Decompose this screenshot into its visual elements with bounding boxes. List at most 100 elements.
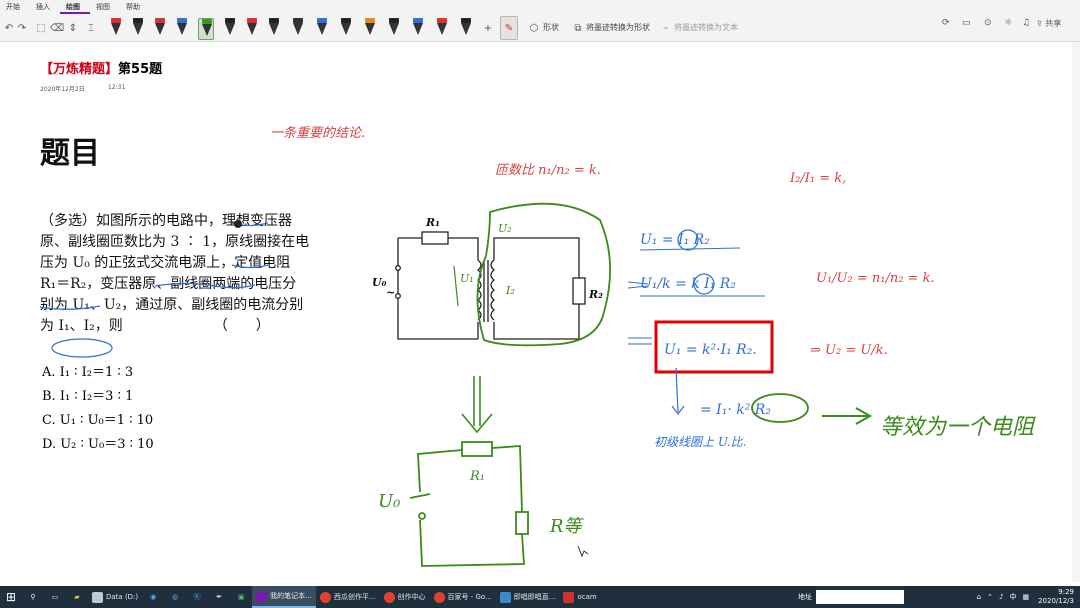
address-input[interactable] bbox=[816, 590, 904, 604]
tab-view[interactable]: 视图 bbox=[90, 0, 120, 14]
volume-icon[interactable]: ♪ bbox=[999, 593, 1003, 601]
onenote-window: 开始 插入 绘图 视图 帮助 ↶ ↷ ⬚ ⌫ ⇕ ⌶ + ✎ ⬡ 形状 ⧉ 将墨… bbox=[0, 0, 1080, 608]
hw-u2-formula: ⇒ U₂ = U/k. bbox=[810, 343, 888, 358]
hw-u1-arrow bbox=[453, 265, 459, 307]
shape-label[interactable]: 形状 bbox=[543, 22, 559, 33]
search-icon[interactable]: ⚲ bbox=[22, 586, 44, 608]
taskbar-creator-label: 创作中心 bbox=[397, 593, 426, 601]
vertical-scrollbar[interactable] bbox=[1072, 42, 1080, 582]
pen-red-3[interactable] bbox=[244, 18, 260, 40]
ink-to-text-label[interactable]: 将墨迹转换为文本 bbox=[674, 22, 738, 33]
tab-help[interactable]: 帮助 bbox=[120, 0, 150, 14]
pen-blue[interactable] bbox=[174, 18, 190, 40]
ocam-icon bbox=[563, 591, 575, 603]
up-arrow-icon[interactable]: ⌃ bbox=[987, 593, 993, 601]
taskbar-creator[interactable]: 创作中心 bbox=[380, 586, 430, 608]
pen-red-2[interactable] bbox=[152, 18, 168, 40]
lightbulb-icon[interactable]: ☼ bbox=[1004, 18, 1012, 28]
add-pen-icon[interactable]: + bbox=[482, 16, 494, 40]
windows-taskbar: ⊞ ⚲ ▭ ▰ Data (D:) ◉ ◍ Ⓚ ✒ ▣ 我的笔记本... 西瓜创… bbox=[0, 586, 1080, 608]
pen-blue-3[interactable] bbox=[410, 18, 426, 40]
taskbar-live[interactable]: 即唱即唱直... bbox=[496, 586, 560, 608]
drive-icon bbox=[92, 591, 103, 603]
fullscreen-icon[interactable]: ▭ bbox=[962, 18, 971, 28]
taskbar-xigua[interactable]: 西瓜创作平... bbox=[316, 586, 380, 608]
pen-orange[interactable] bbox=[362, 18, 378, 40]
wire-r1-to-coil bbox=[448, 237, 479, 260]
pen-black-6[interactable] bbox=[386, 18, 402, 40]
taskbar-onenote[interactable]: 我的笔记本... bbox=[252, 586, 316, 608]
pen-black-2[interactable] bbox=[222, 18, 238, 40]
undo-icon[interactable]: ↶ bbox=[2, 16, 16, 40]
app-icon-k[interactable]: Ⓚ bbox=[186, 586, 208, 608]
hw-eq-3: U₁ = k²·I₁ R₂. bbox=[664, 342, 757, 358]
shape-icon[interactable]: ⬡ bbox=[528, 16, 540, 40]
hw-lower-u0: U₀ bbox=[378, 491, 400, 512]
taskbar-drive-label: Data (D:) bbox=[106, 593, 139, 601]
redo-icon[interactable]: ↷ bbox=[16, 16, 28, 40]
ink-to-shape-label[interactable]: 将墨迹转换为形状 bbox=[586, 22, 650, 33]
ink-replay-icon[interactable]: ✎ bbox=[500, 16, 518, 40]
secondary-coil bbox=[490, 259, 496, 321]
clock[interactable]: 9:29 2020/12/3 bbox=[1038, 588, 1074, 606]
keyboard-icon[interactable]: ▦ bbox=[1022, 593, 1029, 601]
ime-indicator[interactable]: 中 bbox=[1009, 592, 1016, 602]
edge-icon[interactable]: ◉ bbox=[142, 586, 164, 608]
label-tilde: ~ bbox=[386, 286, 395, 299]
tab-home[interactable]: 开始 bbox=[0, 0, 30, 14]
type-cursor-icon[interactable]: ⌶ bbox=[84, 16, 98, 40]
taskbar-baijiahao[interactable]: 百家号 - Go... bbox=[430, 586, 496, 608]
primary-wire bbox=[397, 238, 478, 340]
pen-black-7[interactable] bbox=[458, 18, 474, 40]
start-icon[interactable]: ⊞ bbox=[0, 590, 22, 604]
onenote-icon bbox=[256, 590, 268, 602]
pen-black-4[interactable] bbox=[290, 18, 306, 40]
live-icon bbox=[499, 591, 511, 603]
add-space-icon[interactable]: ⇕ bbox=[66, 16, 80, 40]
network-icon[interactable]: ⌂ bbox=[977, 593, 981, 601]
ink-to-text-icon[interactable]: ⌁ bbox=[660, 16, 672, 40]
taskbar-drive-data[interactable]: Data (D:) bbox=[88, 586, 142, 608]
ink-to-shape-icon[interactable]: ⧉ bbox=[572, 16, 584, 40]
pen-black-3[interactable] bbox=[266, 18, 282, 40]
share-button[interactable]: ⇪ 共享 bbox=[1036, 18, 1061, 29]
taskbar-onenote-label: 我的笔记本... bbox=[270, 592, 312, 600]
pen-green-selected[interactable] bbox=[198, 18, 214, 40]
transformer-core bbox=[483, 260, 489, 322]
r1-resistor bbox=[421, 231, 449, 245]
chrome-icon-3 bbox=[433, 591, 445, 603]
taskbar-ocam[interactable]: ocam bbox=[559, 586, 600, 608]
draw-toolbar: ↶ ↷ ⬚ ⌫ ⇕ ⌶ + ✎ ⬡ 形状 ⧉ 将墨迹转换为形状 ⌁ 将墨迹转换为… bbox=[0, 16, 1080, 40]
bell-icon[interactable]: ♫ bbox=[1022, 18, 1030, 28]
problem-underlines bbox=[39, 220, 269, 358]
tab-insert[interactable]: 插入 bbox=[30, 0, 60, 14]
hw-lower-r1: R₁ bbox=[469, 469, 485, 484]
pen-blue-2[interactable] bbox=[314, 18, 330, 40]
hw-eq-4: = I₁· k²·R₂ bbox=[700, 402, 771, 418]
folder-icon[interactable]: ▰ bbox=[66, 586, 88, 608]
app-icon-green[interactable]: ▣ bbox=[230, 586, 252, 608]
circuit-diagram bbox=[395, 231, 586, 340]
clock-date: 2020/12/3 bbox=[1038, 597, 1074, 605]
underline-turns bbox=[231, 264, 269, 269]
underline-sine bbox=[154, 282, 256, 289]
app-icon-pen[interactable]: ✒ bbox=[208, 586, 230, 608]
sync-icon[interactable]: ⟳ bbox=[942, 18, 950, 28]
task-view-icon[interactable]: ▭ bbox=[44, 586, 66, 608]
source-terminal-top bbox=[395, 265, 401, 271]
pen-red[interactable] bbox=[108, 18, 124, 40]
underline-r1r2 bbox=[39, 305, 101, 310]
hw-u1: U₁ bbox=[460, 272, 474, 285]
hw-implies-2 bbox=[628, 337, 652, 345]
tab-draw[interactable]: 绘图 bbox=[60, 0, 90, 14]
pen-red-4[interactable] bbox=[434, 18, 450, 40]
lasso-select-icon[interactable]: ⬚ bbox=[34, 16, 48, 40]
pen-black-5[interactable] bbox=[338, 18, 354, 40]
app-icon-blue[interactable]: ◍ bbox=[164, 586, 186, 608]
location-icon[interactable]: ⊙ bbox=[984, 18, 992, 28]
taskbar-baijiahao-label: 百家号 - Go... bbox=[447, 593, 492, 601]
eraser-icon[interactable]: ⌫ bbox=[50, 16, 64, 40]
eq-circuit-r1 bbox=[461, 441, 493, 457]
pen-black[interactable] bbox=[130, 18, 146, 40]
secondary-bottom-wire bbox=[493, 304, 580, 340]
